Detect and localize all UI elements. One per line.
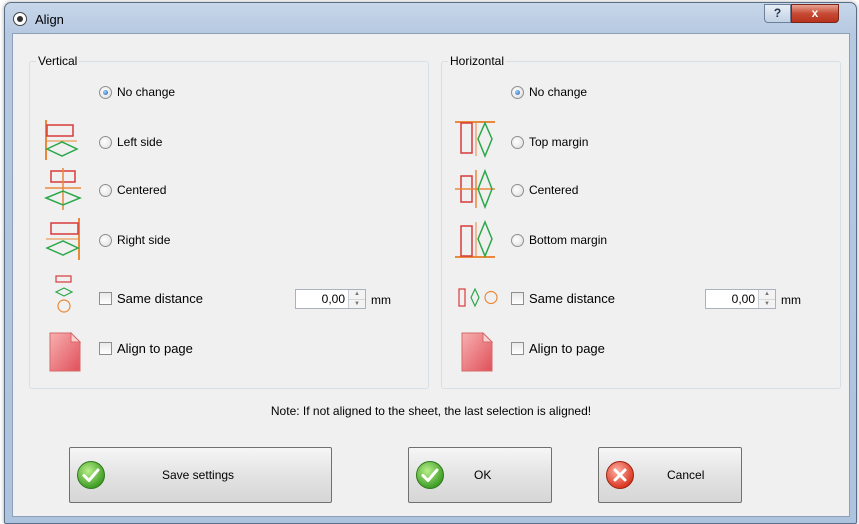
horizontal-distance-stepper[interactable]: ▲ ▼ (758, 290, 775, 308)
vertical-right-side-label[interactable]: Right side (117, 233, 170, 247)
horizontal-distance-unit: mm (781, 293, 801, 307)
horizontal-distance-input[interactable] (706, 290, 758, 308)
ok-button[interactable]: OK (408, 447, 552, 503)
align-center-h-icon (455, 168, 495, 210)
spin-down-icon[interactable]: ▼ (759, 299, 775, 309)
page-icon (461, 332, 493, 372)
cancel-button[interactable]: Cancel (598, 447, 742, 503)
vertical-legend: Vertical (38, 54, 78, 68)
title-bar[interactable]: Align ? x (5, 3, 856, 33)
alignment-note: Note: If not aligned to the sheet, the l… (270, 404, 592, 418)
cancel-label: Cancel (667, 468, 705, 482)
vertical-no-change-radio[interactable] (99, 86, 112, 99)
page-icon (49, 332, 81, 372)
vertical-distance-spinbox[interactable]: ▲ ▼ (295, 289, 366, 309)
vertical-distance-stepper[interactable]: ▲ ▼ (348, 290, 365, 308)
vertical-centered-label[interactable]: Centered (117, 183, 166, 197)
ok-label: OK (474, 468, 492, 482)
horizontal-distance-spinbox[interactable]: ▲ ▼ (705, 289, 776, 309)
align-bottom-icon (455, 220, 495, 258)
vertical-distance-input[interactable] (296, 290, 348, 308)
horizontal-same-distance-label[interactable]: Same distance (529, 291, 615, 306)
align-center-v-icon (44, 168, 82, 210)
window-title: Align (35, 12, 64, 27)
horizontal-group: Horizontal (441, 54, 841, 389)
save-settings-label: Save settings (162, 468, 235, 482)
horizontal-top-margin-radio[interactable] (511, 136, 524, 149)
spin-down-icon[interactable]: ▼ (349, 299, 365, 309)
vertical-align-to-page-label[interactable]: Align to page (117, 341, 193, 356)
vertical-distance-unit: mm (371, 293, 391, 307)
vertical-left-side-radio[interactable] (99, 136, 112, 149)
green-check-icon (416, 461, 444, 489)
align-top-icon (455, 121, 495, 158)
align-right-icon (45, 218, 80, 260)
horizontal-legend: Horizontal (450, 54, 505, 68)
vertical-centered-radio[interactable] (99, 184, 112, 197)
app-icon (13, 12, 27, 26)
vertical-align-to-page-checkbox[interactable] (99, 342, 112, 355)
same-distance-horizontal-icon (458, 287, 498, 308)
vertical-no-change-label[interactable]: No change (117, 85, 175, 99)
align-dialog: Align ? x Vertical No change Left side C… (4, 2, 857, 524)
red-x-icon (606, 461, 634, 489)
help-button[interactable]: ? (764, 4, 791, 23)
horizontal-align-to-page-checkbox[interactable] (511, 342, 524, 355)
dialog-client-area: Vertical No change Left side Centered Ri… (12, 33, 850, 517)
vertical-group: Vertical (29, 54, 429, 389)
green-check-icon (77, 461, 105, 489)
save-settings-button[interactable]: Save settings (69, 447, 332, 503)
horizontal-bottom-margin-label[interactable]: Bottom margin (529, 233, 607, 247)
spin-up-icon[interactable]: ▲ (759, 290, 775, 299)
vertical-same-distance-label[interactable]: Same distance (117, 291, 203, 306)
horizontal-no-change-label[interactable]: No change (529, 85, 587, 99)
horizontal-centered-label[interactable]: Centered (529, 183, 578, 197)
vertical-left-side-label[interactable]: Left side (117, 135, 162, 149)
vertical-right-side-radio[interactable] (99, 234, 112, 247)
horizontal-no-change-radio[interactable] (511, 86, 524, 99)
horizontal-centered-radio[interactable] (511, 184, 524, 197)
horizontal-same-distance-checkbox[interactable] (511, 292, 524, 305)
horizontal-bottom-margin-radio[interactable] (511, 234, 524, 247)
align-left-icon (45, 120, 79, 160)
horizontal-align-to-page-label[interactable]: Align to page (529, 341, 605, 356)
close-button[interactable]: x (791, 4, 839, 23)
horizontal-top-margin-label[interactable]: Top margin (529, 135, 588, 149)
same-distance-vertical-icon (54, 275, 74, 313)
vertical-same-distance-checkbox[interactable] (99, 292, 112, 305)
spin-up-icon[interactable]: ▲ (349, 290, 365, 299)
